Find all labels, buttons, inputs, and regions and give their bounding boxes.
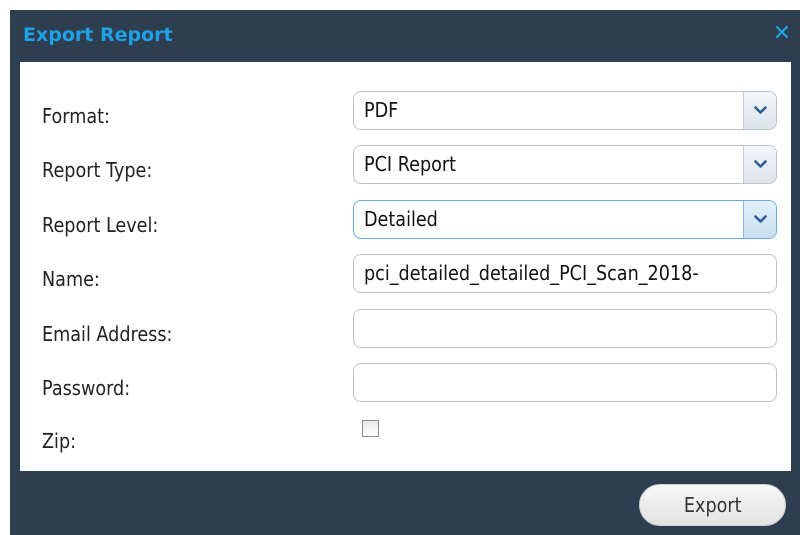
format-value: PDF [364, 98, 399, 122]
report-type-value: PCI Report [364, 152, 457, 176]
chevron-down-icon [754, 215, 767, 223]
name-value: pci_detailed_detailed_PCI_Scan_2018- [364, 261, 699, 285]
report-level-value: Detailed [364, 207, 438, 231]
report-type-select[interactable]: PCI Report [353, 145, 777, 184]
export-button[interactable]: Export [639, 484, 786, 526]
export-report-dialog: Export Report ✕ Format: PDF Report Type:… [10, 10, 800, 535]
format-label: Format: [42, 104, 110, 128]
dialog-titlebar: Export Report ✕ [10, 10, 800, 62]
zip-checkbox[interactable] [362, 420, 379, 437]
report-level-label: Report Level: [42, 213, 159, 237]
password-input[interactable] [353, 363, 777, 402]
format-dropdown-button[interactable] [743, 92, 776, 129]
export-button-label: Export [683, 493, 742, 517]
report-type-dropdown-button[interactable] [743, 146, 776, 183]
dialog-title: Export Report [23, 24, 173, 46]
form-panel: Format: PDF Report Type: PCI Report Repo… [20, 62, 791, 471]
name-label: Name: [42, 267, 100, 291]
report-type-label: Report Type: [42, 158, 153, 182]
email-label: Email Address: [42, 322, 173, 346]
zip-label: Zip: [42, 429, 77, 453]
report-level-dropdown-button[interactable] [743, 201, 776, 238]
format-select[interactable]: PDF [353, 91, 777, 130]
password-label: Password: [42, 376, 131, 400]
report-level-select[interactable]: Detailed [353, 200, 777, 239]
chevron-down-icon [754, 106, 767, 114]
chevron-down-icon [754, 160, 767, 168]
name-input[interactable]: pci_detailed_detailed_PCI_Scan_2018- [353, 254, 777, 293]
email-input[interactable] [353, 309, 777, 348]
name-input-clip: pci_detailed_detailed_PCI_Scan_2018- [354, 255, 776, 292]
close-icon[interactable]: ✕ [770, 21, 794, 47]
